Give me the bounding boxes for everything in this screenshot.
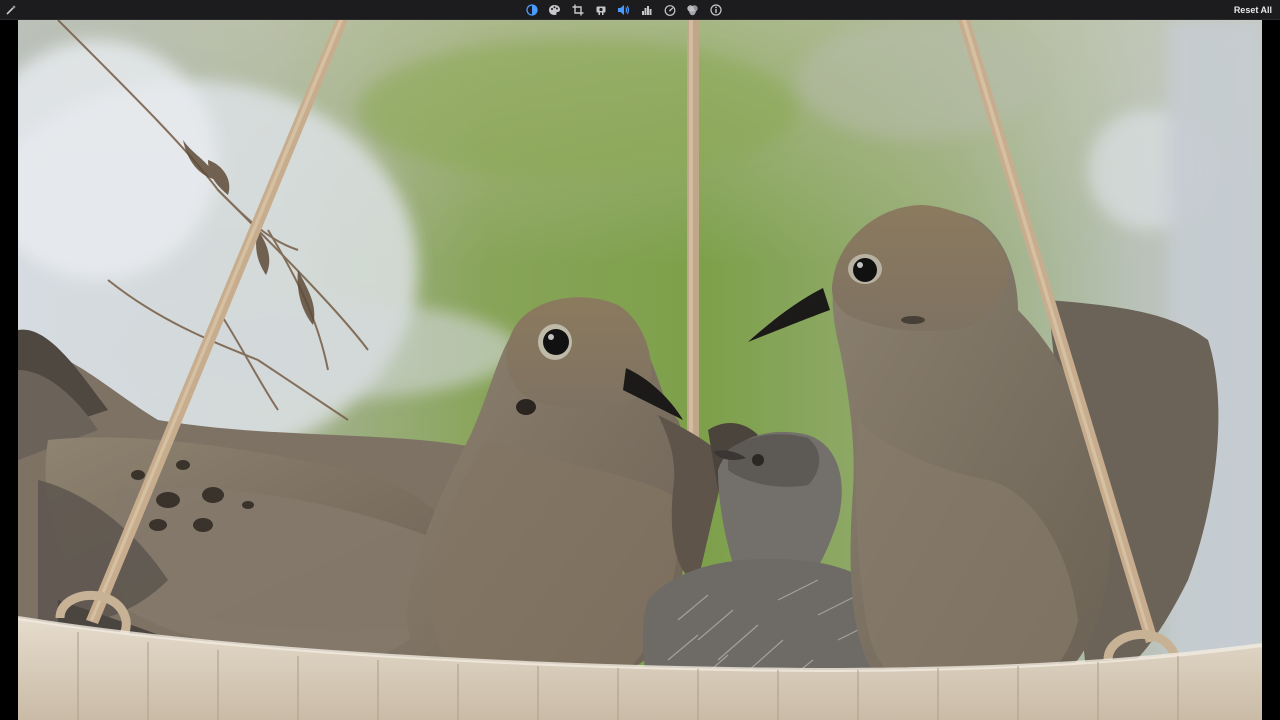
speaker-icon [618,5,630,15]
filters-icon [687,5,698,16]
histogram-icon [641,6,651,15]
magic-wand-button[interactable] [3,2,19,18]
palette-icon [549,5,560,15]
photo-canvas [18,20,1262,720]
crop-button[interactable] [570,2,585,18]
toolbar: Reset All [0,0,1280,20]
crop-icon [572,4,583,16]
reset-all-button[interactable]: Reset All [1234,3,1272,17]
speed-button[interactable] [662,2,677,18]
doves-nest-scene [18,20,1262,720]
histogram-button[interactable] [639,2,654,18]
filters-button[interactable] [685,2,700,18]
palette-button[interactable] [547,2,562,18]
info-button[interactable] [708,2,723,18]
projector-button[interactable] [593,2,608,18]
color-adjust-button[interactable] [524,2,539,18]
contrast-circle-icon [525,4,538,16]
magic-wand-icon [6,5,16,15]
info-icon [709,4,722,16]
audio-button[interactable] [616,2,631,18]
adjustment-tools [524,2,723,18]
projector-icon [596,6,605,15]
speed-gauge-icon [664,5,675,16]
media-viewer [0,20,1280,720]
